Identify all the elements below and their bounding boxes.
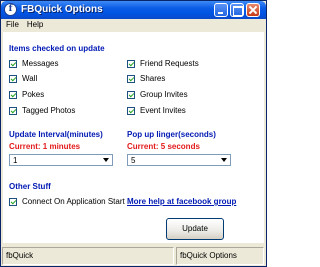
- select-value: 5: [131, 156, 136, 165]
- checkbox-box[interactable]: [127, 60, 135, 68]
- checkbox-box[interactable]: [9, 60, 17, 68]
- menu-help[interactable]: Help: [27, 19, 43, 31]
- maximize-button[interactable]: [230, 3, 244, 17]
- checkbox-label: Wall: [22, 74, 38, 83]
- checkbox-event-invites[interactable]: Event Invites: [127, 106, 186, 116]
- popup-linger-title: Pop up linger(seconds): [127, 130, 216, 139]
- checkbox-friend-requests[interactable]: Friend Requests: [127, 59, 199, 69]
- checkbox-pokes[interactable]: Pokes: [9, 90, 44, 100]
- popup-linger-current: Current: 5 seconds: [127, 142, 200, 151]
- checkbox-box[interactable]: [9, 75, 17, 83]
- checkbox-box[interactable]: [9, 198, 17, 206]
- items-section-title: Items checked on update: [9, 44, 105, 53]
- chevron-down-icon[interactable]: [220, 156, 229, 164]
- checkbox-connect-on-start[interactable]: Connect On Application Start: [9, 197, 125, 207]
- checkbox-label: Connect On Application Start: [22, 197, 125, 206]
- checkbox-label: Friend Requests: [140, 59, 199, 68]
- update-interval-title: Update Interval(minutes): [9, 130, 103, 139]
- checkbox-box[interactable]: [127, 107, 135, 115]
- select-value: 1: [13, 156, 18, 165]
- checkbox-label: Messages: [22, 59, 59, 68]
- status-bar: fbQuick fbQuick Options: [1, 245, 266, 266]
- checkbox-box[interactable]: [9, 107, 17, 115]
- checkbox-label: Tagged Photos: [22, 106, 76, 115]
- checkbox-shares[interactable]: Shares: [127, 74, 165, 84]
- facebook-group-help-link[interactable]: More help at facebook group: [127, 197, 236, 206]
- minimize-button[interactable]: [214, 3, 228, 17]
- update-button[interactable]: Update: [166, 218, 224, 240]
- chevron-down-icon[interactable]: [102, 156, 111, 164]
- checkbox-wall[interactable]: Wall: [9, 74, 37, 84]
- checkbox-messages[interactable]: Messages: [9, 59, 58, 69]
- status-panel-left: fbQuick: [2, 247, 174, 265]
- popup-linger-select[interactable]: 5: [127, 154, 231, 166]
- other-stuff-title: Other Stuff: [9, 182, 51, 191]
- checkbox-box[interactable]: [127, 75, 135, 83]
- checkbox-label: Shares: [140, 74, 166, 83]
- close-button[interactable]: [246, 3, 260, 17]
- checkbox-label: Event Invites: [140, 106, 186, 115]
- menu-file[interactable]: File: [6, 19, 19, 31]
- title-bar[interactable]: f FBQuick Options: [1, 1, 266, 19]
- checkbox-group-invites[interactable]: Group Invites: [127, 90, 188, 100]
- checkbox-box[interactable]: [9, 91, 17, 99]
- status-panel-right: fbQuick Options: [176, 247, 264, 265]
- update-interval-select[interactable]: 1: [9, 154, 113, 166]
- options-window: f FBQuick Options File Help Items checke…: [0, 0, 267, 267]
- checkbox-tagged-photos[interactable]: Tagged Photos: [9, 106, 75, 116]
- checkbox-label: Pokes: [22, 90, 45, 99]
- menu-bar: File Help: [1, 19, 266, 31]
- checkbox-label: Group Invites: [140, 90, 188, 99]
- window-title: FBQuick Options: [21, 4, 103, 15]
- update-interval-current: Current: 1 minutes: [9, 142, 81, 151]
- options-panel: Items checked on update Messages Wall Po…: [3, 32, 264, 243]
- facebook-icon: f: [4, 3, 17, 16]
- checkbox-box[interactable]: [127, 91, 135, 99]
